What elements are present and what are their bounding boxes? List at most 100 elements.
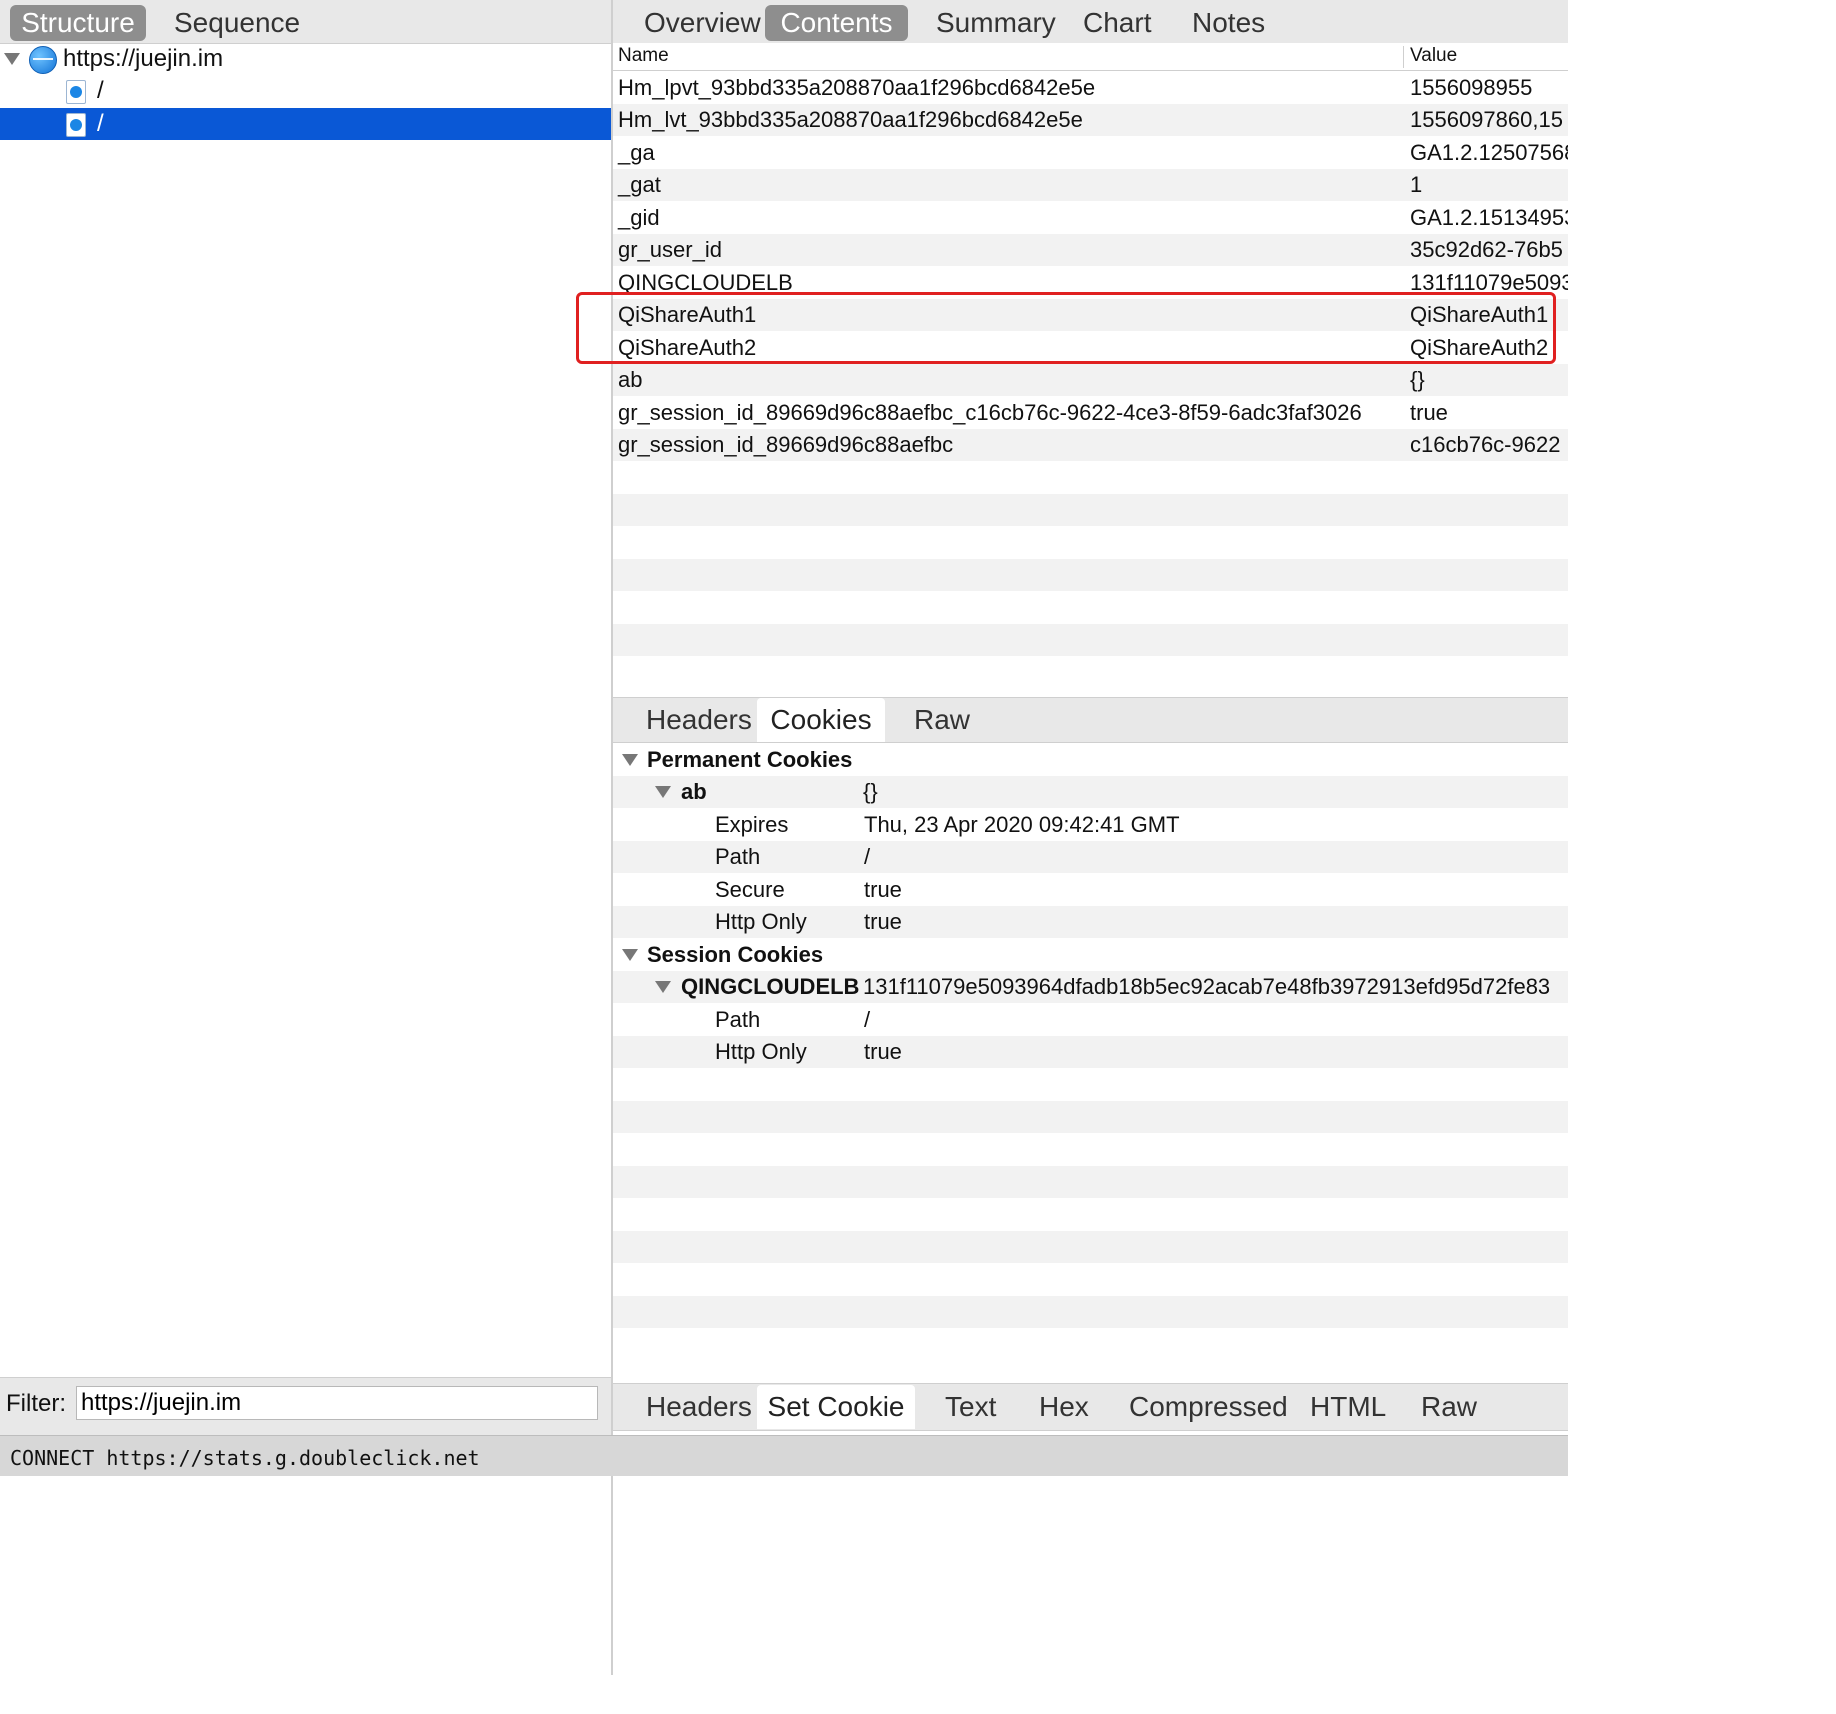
tab-raw-response[interactable]: Raw xyxy=(1421,1389,1477,1425)
tab-overview[interactable]: Overview xyxy=(644,5,761,41)
tab-set-cookie[interactable]: Set Cookie xyxy=(757,1385,915,1429)
filter-label: Filter: xyxy=(6,1390,66,1417)
right-tab-bar: Overview Contents Summary Chart Notes xyxy=(613,0,1568,44)
empty-row xyxy=(613,1231,1568,1263)
tree-item[interactable]: / xyxy=(0,75,611,107)
tab-contents[interactable]: Contents xyxy=(765,5,908,41)
contents-pane: Overview Contents Summary Chart Notes Na… xyxy=(613,0,1568,1435)
tab-headers[interactable]: Headers xyxy=(646,702,752,738)
cookie-name: gr_user_id xyxy=(618,237,722,262)
table-row[interactable]: gr_session_id_89669d96c88aefbc c16cb76c-9… xyxy=(613,429,1568,461)
table-row[interactable]: Hm_lvt_93bbd335a208870aa1f296bcd6842e5e 1… xyxy=(613,104,1568,136)
attr-key: Path xyxy=(715,1007,761,1032)
cookie-value: GA1.2.12507568 xyxy=(1410,140,1568,165)
empty-row xyxy=(613,494,1568,526)
cookie-value: true xyxy=(1410,400,1448,425)
tab-raw[interactable]: Raw xyxy=(914,702,970,738)
cookie-attribute: Path / xyxy=(613,841,1568,873)
cookie-value: {} xyxy=(1410,367,1425,392)
status-text: CONNECT https://stats.g.doubleclick.net xyxy=(10,1446,480,1470)
attr-value: / xyxy=(864,1007,871,1032)
cookie-name: gr_session_id_89669d96c88aefbc_c16cb76c-… xyxy=(618,400,1362,425)
charles-window: Structure Sequence https://juejin.im / /… xyxy=(0,0,1568,1714)
attr-key: Http Only xyxy=(715,909,807,934)
tab-compressed[interactable]: Compressed xyxy=(1129,1389,1288,1425)
globe-icon xyxy=(29,46,57,74)
cookie-attribute: Expires Thu, 23 Apr 2020 09:42:41 GMT xyxy=(613,809,1568,841)
cookie-name: Hm_lvt_93bbd335a208870aa1f296bcd6842e5e xyxy=(618,107,1083,132)
attr-key: Expires xyxy=(715,812,789,837)
cookie-attribute: Secure true xyxy=(613,874,1568,906)
empty-row xyxy=(613,1166,1568,1198)
empty-row xyxy=(613,1101,1568,1133)
attr-key: Path xyxy=(715,844,761,869)
attr-value: true xyxy=(864,1039,902,1064)
table-row[interactable]: _ga GA1.2.12507568 xyxy=(613,137,1568,169)
tree-item-label: / xyxy=(97,77,104,104)
mid-tab-bar: Headers Cookies Raw xyxy=(613,697,1568,743)
left-tab-bar: Structure Sequence xyxy=(0,0,611,44)
empty-row xyxy=(613,559,1568,591)
cookie-entry[interactable]: QINGCLOUDELB 131f11079e5093964dfadb18b5e… xyxy=(613,971,1568,1003)
column-header-value[interactable]: Value xyxy=(1410,45,1457,67)
cookie-name: ab xyxy=(618,367,643,392)
cookie-value: GA1.2.15134953 xyxy=(1410,205,1568,230)
cookie-attribute: Http Only true xyxy=(613,1036,1568,1068)
cookie-entry[interactable]: ab {} xyxy=(613,776,1568,808)
tree-host-row[interactable]: https://juejin.im xyxy=(0,43,611,75)
cookie-name: _gid xyxy=(618,205,660,230)
session-cookies-group[interactable]: Session Cookies xyxy=(613,939,1568,971)
tab-notes[interactable]: Notes xyxy=(1192,5,1265,41)
tab-cookies[interactable]: Cookies xyxy=(757,698,885,742)
tab-structure[interactable]: Structure xyxy=(10,5,146,41)
column-header-name[interactable]: Name xyxy=(618,45,669,67)
column-separator[interactable] xyxy=(1403,46,1404,68)
table-row[interactable]: _gid GA1.2.15134953 xyxy=(613,202,1568,234)
filter-input[interactable] xyxy=(76,1386,598,1420)
cookie-attribute: Http Only true xyxy=(613,906,1568,938)
group-title: Session Cookies xyxy=(647,942,824,967)
cookie-entry-name: QINGCLOUDELB xyxy=(681,974,860,999)
table-row[interactable]: gr_user_id 35c92d62-76b5 xyxy=(613,234,1568,266)
tab-chart[interactable]: Chart xyxy=(1083,5,1151,41)
attr-value: true xyxy=(864,909,902,934)
cookie-name: _ga xyxy=(618,140,655,165)
empty-row xyxy=(613,624,1568,656)
permanent-cookies-group[interactable]: Permanent Cookies xyxy=(613,744,1568,776)
cookie-entry-value: {} xyxy=(863,779,878,804)
disclosure-triangle-icon[interactable] xyxy=(622,754,638,766)
tree-item-selected[interactable]: / xyxy=(0,108,611,140)
cookie-name: _gat xyxy=(618,172,661,197)
request-icon xyxy=(66,113,86,137)
tab-summary[interactable]: Summary xyxy=(936,5,1056,41)
attr-value: true xyxy=(864,877,902,902)
empty-row xyxy=(613,1296,1568,1328)
table-row[interactable]: Hm_lpvt_93bbd335a208870aa1f296bcd6842e5e… xyxy=(613,72,1568,104)
tree-item-label: / xyxy=(97,110,104,137)
table-row[interactable]: _gat 1 xyxy=(613,169,1568,201)
tab-headers-response[interactable]: Headers xyxy=(646,1389,752,1425)
cookie-value: 35c92d62-76b5 xyxy=(1410,237,1563,262)
status-bar: CONNECT https://stats.g.doubleclick.net xyxy=(0,1435,1568,1476)
disclosure-triangle-icon[interactable] xyxy=(655,981,671,993)
cookie-attribute: Path / xyxy=(613,1004,1568,1036)
disclosure-triangle-icon[interactable] xyxy=(4,53,20,65)
tab-hex[interactable]: Hex xyxy=(1039,1389,1089,1425)
cookie-value: 1 xyxy=(1410,172,1423,197)
request-icon xyxy=(66,80,86,104)
cookie-value: c16cb76c-9622 xyxy=(1410,432,1561,457)
table-row[interactable]: ab {} xyxy=(613,364,1568,396)
attr-value: Thu, 23 Apr 2020 09:42:41 GMT xyxy=(864,812,1180,837)
disclosure-triangle-icon[interactable] xyxy=(622,949,638,961)
disclosure-triangle-icon[interactable] xyxy=(655,786,671,798)
tab-text[interactable]: Text xyxy=(945,1389,996,1425)
table-row[interactable]: gr_session_id_89669d96c88aefbc_c16cb76c-… xyxy=(613,397,1568,429)
cookie-name: gr_session_id_89669d96c88aefbc xyxy=(618,432,954,457)
cookie-entry-name: ab xyxy=(681,779,707,804)
group-title: Permanent Cookies xyxy=(647,747,853,772)
tab-sequence[interactable]: Sequence xyxy=(174,5,300,41)
cookie-table-header: Name Value xyxy=(613,43,1568,71)
tab-html[interactable]: HTML xyxy=(1310,1389,1386,1425)
annotation-highlight-box xyxy=(576,292,1556,364)
bottom-tab-bar: Headers Set Cookie Text Hex Compressed H… xyxy=(613,1383,1568,1431)
